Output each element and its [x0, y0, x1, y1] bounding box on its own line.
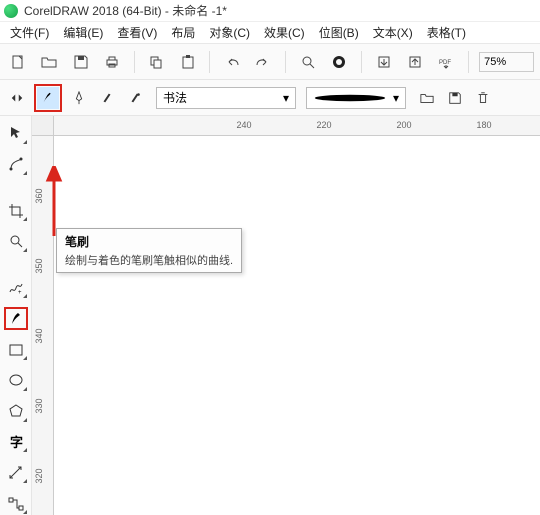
search-button[interactable] [296, 50, 319, 74]
calligraphy-mode-button[interactable] [96, 87, 118, 109]
ruler-tick: 340 [34, 328, 44, 343]
titlebar: CorelDRAW 2018 (64-Bit) - 未命名 -1* [0, 0, 540, 22]
separator [468, 51, 469, 73]
ruler-tick: 180 [476, 120, 491, 130]
chevron-down-icon: ▾ [393, 91, 399, 105]
separator [285, 51, 286, 73]
menu-view[interactable]: 查看(V) [111, 22, 163, 43]
save-button[interactable] [69, 50, 92, 74]
separator [209, 51, 210, 73]
ruler-tick: 200 [396, 120, 411, 130]
zoom-tool[interactable] [4, 230, 28, 253]
export-button[interactable] [403, 50, 426, 74]
connector-tool[interactable] [4, 492, 28, 515]
publish-pdf-button[interactable]: PDF [435, 50, 458, 74]
menu-edit[interactable]: 编辑(E) [57, 22, 109, 43]
ruler-tick: 350 [34, 258, 44, 273]
zoom-level-input[interactable]: 75% [479, 52, 534, 72]
crop-tool[interactable] [4, 199, 28, 222]
pen-mode-button[interactable] [68, 87, 90, 109]
menu-object[interactable]: 对象(C) [203, 22, 256, 43]
paste-button[interactable] [176, 50, 199, 74]
launch-button[interactable] [328, 50, 351, 74]
dimension-tool[interactable] [4, 461, 28, 484]
undo-button[interactable] [220, 50, 243, 74]
artistic-media-tool[interactable] [4, 307, 28, 330]
freehand-tool[interactable]: + [4, 276, 28, 299]
delete-brush-button[interactable] [472, 87, 494, 109]
stroke-preview-icon [313, 93, 387, 103]
app-logo [4, 4, 18, 18]
ruler-tick: 330 [34, 398, 44, 413]
brush-style-value: 书法 [163, 89, 187, 106]
ellipse-tool[interactable] [4, 369, 28, 392]
menu-table[interactable]: 表格(T) [421, 22, 472, 43]
ruler-tick: 240 [236, 120, 251, 130]
tooltip: 笔刷 绘制与着色的笔刷笔触相似的曲线. [56, 228, 242, 273]
save-brush-button[interactable] [444, 87, 466, 109]
tooltip-description: 绘制与着色的笔刷笔触相似的曲线. [65, 252, 233, 268]
annotation-arrow-icon [44, 166, 64, 236]
polygon-tool[interactable] [4, 400, 28, 423]
svg-text:+: + [18, 290, 22, 296]
menu-layout[interactable]: 布局 [165, 22, 201, 43]
brush-mode-button[interactable] [37, 87, 59, 109]
folder-button[interactable] [416, 87, 438, 109]
ruler-tick: 320 [34, 468, 44, 483]
menu-text[interactable]: 文本(X) [367, 22, 419, 43]
ruler-horizontal[interactable]: 240 220 200 180 160 [54, 116, 540, 136]
ruler-tick: 360 [34, 188, 44, 203]
main-area: + 字 240 220 200 180 160 360 350 340 330 … [0, 116, 540, 515]
tooltip-title: 笔刷 [65, 233, 233, 250]
print-button[interactable] [100, 50, 123, 74]
menubar: 文件(F) 编辑(E) 查看(V) 布局 对象(C) 效果(C) 位图(B) 文… [0, 22, 540, 44]
pick-tool[interactable] [4, 122, 28, 145]
window-title: CorelDRAW 2018 (64-Bit) - 未命名 -1* [24, 2, 227, 19]
text-tool[interactable]: 字 [4, 431, 28, 454]
property-bar: 书法 ▾ ▾ [0, 80, 540, 116]
pressure-mode-button[interactable] [124, 87, 146, 109]
copy-button[interactable] [145, 50, 168, 74]
brush-tool-highlight [34, 84, 62, 112]
new-button[interactable] [6, 50, 29, 74]
shape-tool[interactable] [4, 153, 28, 176]
menu-effects[interactable]: 效果(C) [258, 22, 311, 43]
rectangle-tool[interactable] [4, 338, 28, 361]
menu-bitmap[interactable]: 位图(B) [313, 22, 365, 43]
mirror-h-icon[interactable] [6, 87, 28, 109]
svg-text:PDF: PDF [439, 60, 451, 66]
toolbox: + 字 [0, 116, 32, 515]
import-button[interactable] [372, 50, 395, 74]
open-button[interactable] [37, 50, 60, 74]
svg-text:字: 字 [10, 435, 23, 450]
separator [134, 51, 135, 73]
ruler-tick: 220 [316, 120, 331, 130]
stroke-preview-dropdown[interactable]: ▾ [306, 87, 406, 109]
ruler-origin[interactable] [32, 116, 54, 136]
redo-button[interactable] [252, 50, 275, 74]
brush-style-dropdown[interactable]: 书法 ▾ [156, 87, 296, 109]
toolbar-standard: PDF 75% [0, 44, 540, 80]
separator [361, 51, 362, 73]
chevron-down-icon: ▾ [283, 91, 289, 105]
menu-file[interactable]: 文件(F) [4, 22, 55, 43]
zoom-value: 75% [484, 56, 506, 68]
canvas-area[interactable]: 240 220 200 180 160 360 350 340 330 320 [32, 116, 540, 515]
